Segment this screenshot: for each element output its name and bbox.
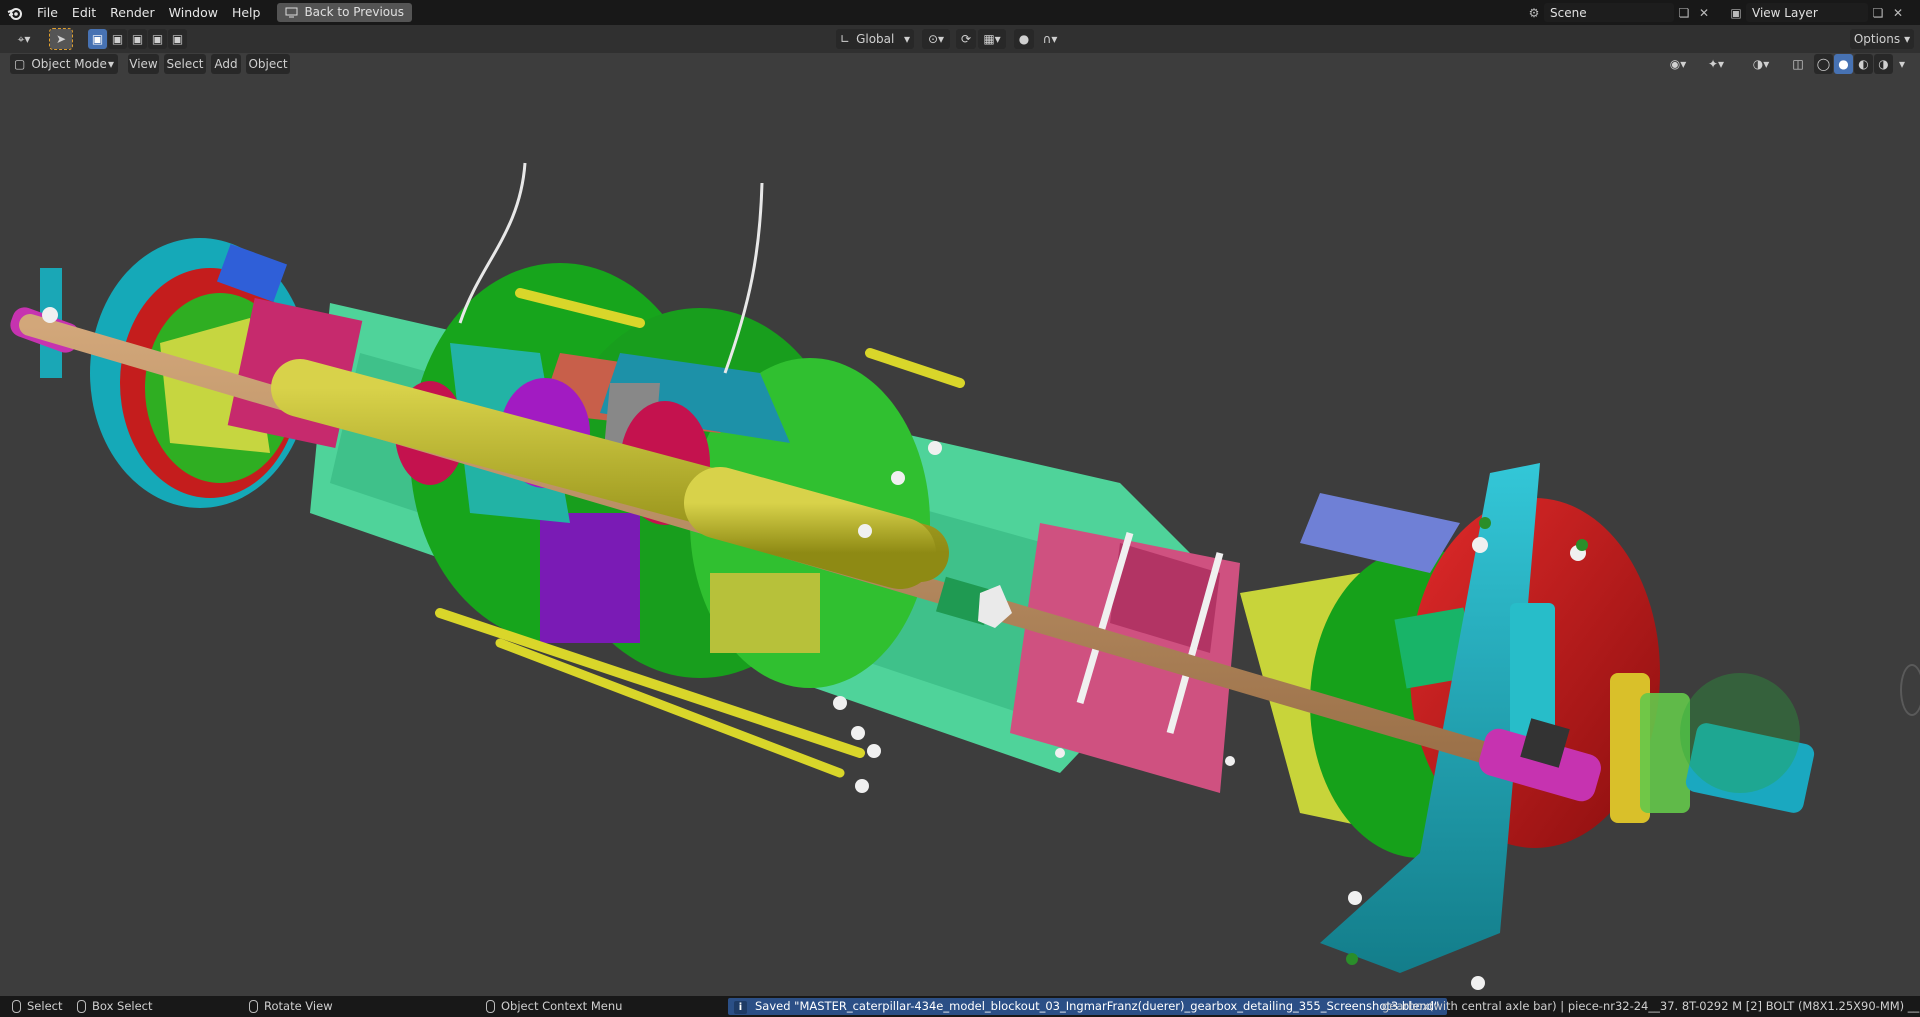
select-intersect-icon[interactable]: ▣ [168, 29, 187, 49]
object-mode-icon: ▢ [14, 57, 26, 71]
orientation-icon: ∟ [840, 32, 851, 46]
menu-edit[interactable]: Edit [65, 0, 103, 25]
3d-viewport[interactable] [0, 53, 1920, 996]
select-tool-icon[interactable]: ➤ [49, 28, 73, 50]
view-layer-selector-icon[interactable]: ▣ [1726, 3, 1746, 22]
options-dropdown[interactable]: Options ▾ [1850, 29, 1914, 49]
falloff-icon[interactable]: ∩▾ [1036, 29, 1064, 49]
wireframe-shading-icon[interactable]: ◯ [1814, 54, 1833, 74]
select-subtract-icon[interactable]: ▣ [128, 29, 147, 49]
object-info-text: gearbox(with central axle bar) | piece-n… [1382, 999, 1920, 1013]
new-view-layer-icon[interactable]: ❏ [1868, 3, 1888, 22]
shading-options-icon[interactable]: ▾ [1895, 54, 1909, 74]
back-to-previous-label: Back to Previous [304, 5, 404, 19]
info-icon: i [734, 1001, 747, 1014]
menu-select[interactable]: Select [164, 54, 206, 74]
transform-orientation-dropdown[interactable]: ∟ Global ▾ [836, 29, 914, 49]
snap-target-icon[interactable]: ▦▾ [978, 29, 1006, 49]
top-bar: File Edit Render Window Help Back to Pre… [0, 0, 1920, 25]
pivot-point-icon[interactable]: ⊙▾ [922, 29, 950, 49]
proportional-edit-icon[interactable]: ● [1014, 29, 1034, 49]
back-to-previous-button[interactable]: Back to Previous [277, 3, 412, 22]
status-box-select: Box Select [77, 996, 153, 1017]
scene-selector-icon[interactable]: ⚙ [1524, 3, 1544, 22]
rendered-shading-icon[interactable]: ◑ [1874, 54, 1893, 74]
menu-file[interactable]: File [30, 0, 65, 25]
status-context-menu: Object Context Menu [486, 996, 622, 1017]
overlays-icon[interactable]: ◑▾ [1744, 54, 1778, 74]
snap-toggle-icon[interactable]: ⟳ [956, 29, 976, 49]
editor-type-icon[interactable]: ⌖▾ [8, 29, 40, 49]
menu-view[interactable]: View [128, 54, 159, 74]
menu-add[interactable]: Add [211, 54, 241, 74]
options-label: Options [1853, 32, 1901, 46]
gizmo-icon[interactable]: ✦▾ [1700, 54, 1732, 74]
select-extend-icon[interactable]: ▣ [108, 29, 127, 49]
mouse-drag-icon [77, 1000, 86, 1013]
material-shading-icon[interactable]: ◐ [1854, 54, 1873, 74]
blender-logo-icon[interactable] [0, 0, 30, 25]
menu-help[interactable]: Help [225, 0, 268, 25]
orientation-label: Global [856, 32, 895, 46]
status-rotate-view: Rotate View [249, 996, 333, 1017]
menu-render[interactable]: Render [103, 0, 162, 25]
mode-label: Object Mode [31, 57, 107, 71]
viewport-header: ▢ Object Mode ▾ View Select Add Object ◉… [0, 53, 1920, 75]
gearbox-model-render [10, 162, 1815, 990]
tool-settings-header: ⌖▾ ➤ ▣ ▣ ▣ ▣ ▣ ∟ Global ▾ ⊙▾ ⟳ ▦▾ ● ∩▾ O… [0, 25, 1920, 53]
chevron-down-icon: ▾ [1904, 32, 1911, 46]
visibility-icon[interactable]: ◉▾ [1662, 54, 1694, 74]
delete-scene-icon[interactable]: ✕ [1694, 3, 1714, 22]
new-scene-icon[interactable]: ❏ [1674, 3, 1694, 22]
saved-message: Saved "MASTER_caterpillar-434e_model_blo… [755, 999, 1440, 1013]
solid-shading-icon[interactable]: ● [1834, 54, 1853, 74]
scene-name-field[interactable]: Scene [1544, 3, 1674, 22]
mouse-middle-icon [249, 1000, 258, 1013]
select-invert-icon[interactable]: ▣ [148, 29, 167, 49]
chevron-down-icon: ▾ [903, 32, 910, 46]
mouse-left-icon [12, 1000, 21, 1013]
menu-window[interactable]: Window [162, 0, 225, 25]
delete-view-layer-icon[interactable]: ✕ [1888, 3, 1908, 22]
select-new-icon[interactable]: ▣ [88, 29, 107, 49]
saved-report[interactable]: i Saved "MASTER_caterpillar-434e_model_bl… [728, 998, 1448, 1015]
xray-icon[interactable]: ◫ [1788, 54, 1808, 74]
status-bar: Select Box Select Rotate View Object Con… [0, 996, 1920, 1017]
mouse-right-icon [486, 1000, 495, 1013]
navigation-gizmo-icon[interactable] [1900, 664, 1920, 716]
mode-dropdown[interactable]: ▢ Object Mode ▾ [10, 54, 118, 74]
chevron-down-icon: ▾ [107, 57, 114, 71]
status-select: Select [12, 996, 62, 1017]
view-layer-name-field[interactable]: View Layer [1746, 3, 1868, 22]
monitor-icon [285, 7, 298, 18]
menu-object[interactable]: Object [246, 54, 290, 74]
